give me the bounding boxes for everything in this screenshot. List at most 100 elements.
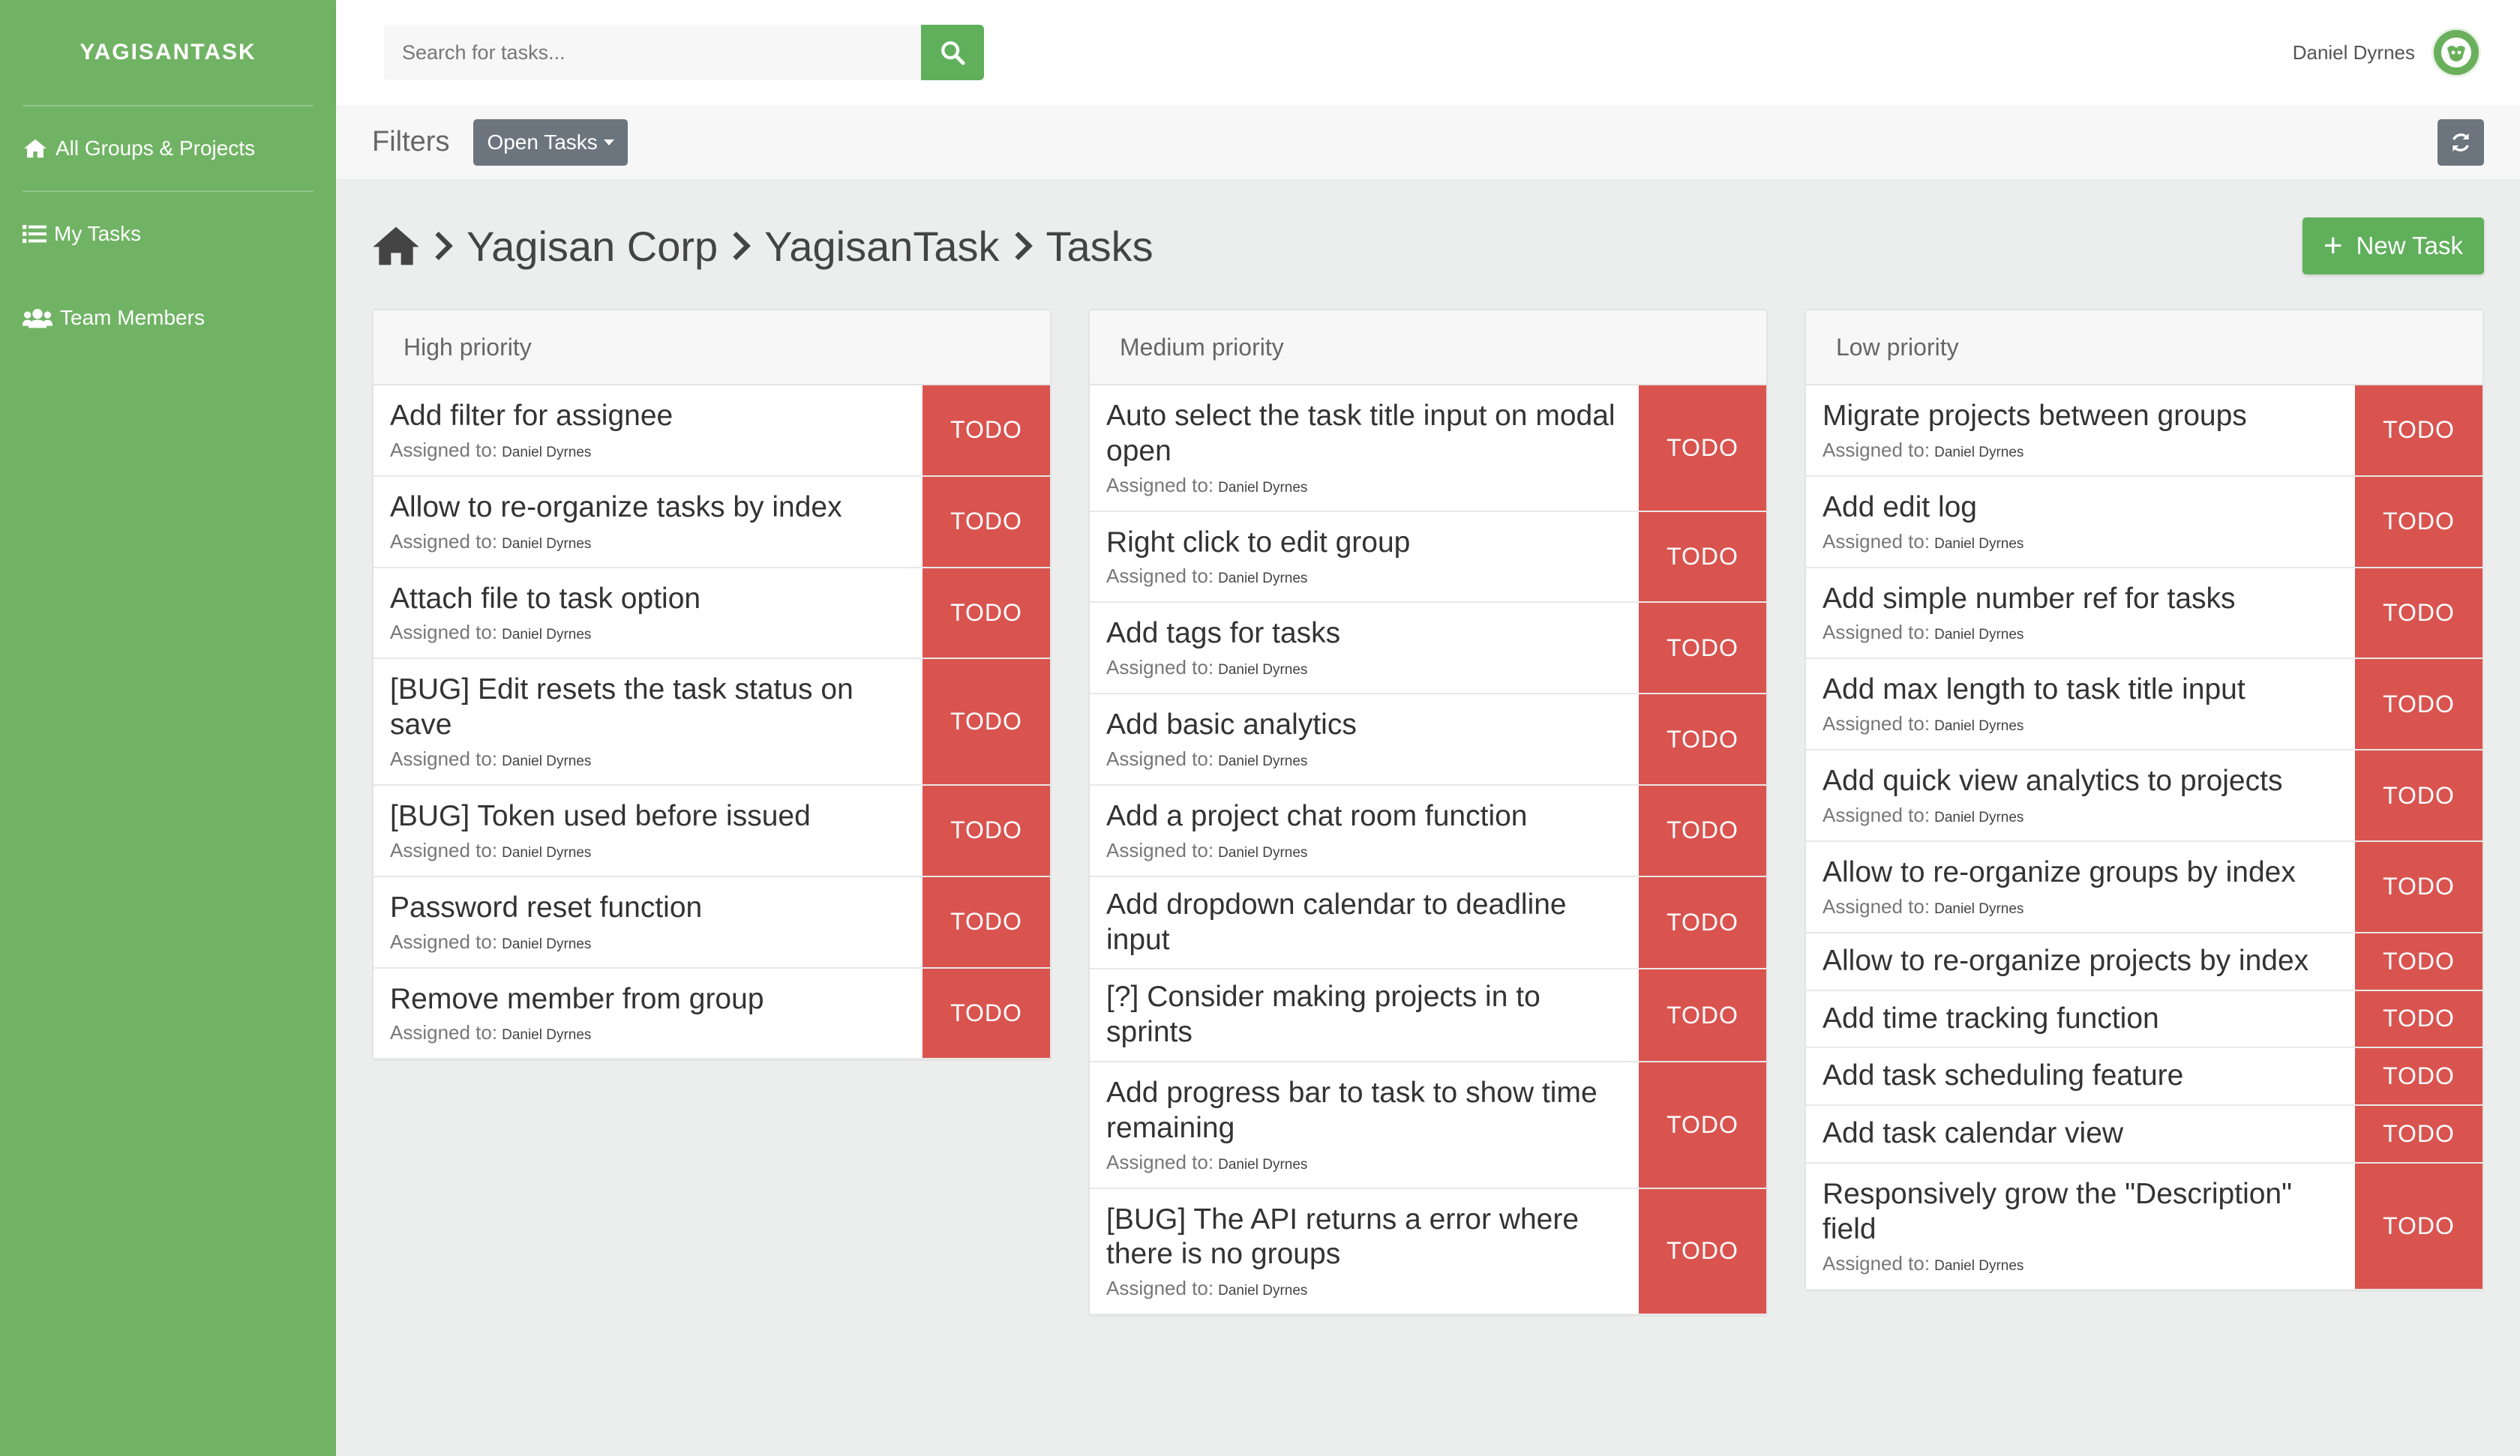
- brand-logo[interactable]: YAGISANTASK: [0, 0, 336, 105]
- task-content: [?] Consider making projects in to sprin…: [1090, 969, 1639, 1061]
- task-content: Add filter for assignee Assigned to: Danie…: [374, 385, 922, 475]
- task-card[interactable]: Migrate projects between groups Assigned …: [1806, 385, 2482, 477]
- breadcrumb-project[interactable]: YagisanTask: [764, 222, 999, 271]
- task-card[interactable]: Add simple number ref for tasks Assigned …: [1806, 568, 2482, 660]
- task-card[interactable]: Add edit log Assigned to: Daniel Dyrnes TOD…: [1806, 476, 2482, 568]
- task-card[interactable]: Add progress bar to task to show time re…: [1090, 1062, 1766, 1189]
- task-card[interactable]: Add basic analytics Assigned to: Daniel Dy…: [1090, 694, 1766, 786]
- task-status-button[interactable]: TODO: [922, 785, 1050, 876]
- task-content: Add basic analytics Assigned to: Daniel Dy…: [1090, 694, 1639, 784]
- task-card[interactable]: Add time tracking function TODO: [1806, 990, 2482, 1049]
- task-card[interactable]: Password reset function Assigned to: Danie…: [374, 876, 1050, 969]
- task-card[interactable]: Add tags for tasks Assigned to: Daniel Dyr…: [1090, 603, 1766, 695]
- task-status-button[interactable]: TODO: [1639, 876, 1766, 969]
- high-priority-column: High priority Add filter for assignee Ass…: [372, 309, 1052, 1062]
- assignee-name: Daniel Dyrnes: [502, 753, 592, 769]
- task-status-button[interactable]: TODO: [1639, 603, 1766, 694]
- search-button[interactable]: [921, 25, 984, 80]
- task-status-button[interactable]: TODO: [1639, 969, 1766, 1061]
- column-header: Low priority: [1806, 310, 2482, 385]
- task-card[interactable]: Allow to re-organize groups by index Assi…: [1806, 841, 2482, 933]
- home-icon: [24, 139, 46, 158]
- open-tasks-dropdown[interactable]: Open Tasks: [473, 118, 628, 166]
- assignee-name: Daniel Dyrnes: [1934, 1257, 2024, 1274]
- task-title: Add filter for assignee: [390, 400, 674, 432]
- task-status-button[interactable]: TODO: [2355, 841, 2482, 932]
- task-status-button[interactable]: TODO: [2355, 750, 2482, 840]
- task-content: Add dropdown calendar to deadline input: [1090, 877, 1639, 969]
- task-status-button[interactable]: TODO: [1639, 1188, 1766, 1314]
- task-title: Add progress bar to task to show time re…: [1106, 1076, 1598, 1144]
- task-card[interactable]: Add max length to task title input Assign…: [1806, 659, 2482, 751]
- task-status-button[interactable]: TODO: [2355, 1163, 2482, 1289]
- task-card[interactable]: Add task scheduling feature TODO: [1806, 1048, 2482, 1107]
- task-card[interactable]: Remove member from group Assigned to: Dani…: [374, 968, 1050, 1060]
- task-status-button[interactable]: TODO: [1639, 511, 1766, 602]
- users-icon: [22, 309, 52, 328]
- top-bar: Daniel Dyrnes: [336, 0, 2520, 105]
- task-status-button[interactable]: TODO: [1639, 1062, 1766, 1188]
- task-content: Add edit log Assigned to: Daniel Dyrnes: [1806, 477, 2355, 567]
- assigned-label: Assigned to:: [390, 621, 498, 644]
- task-status-button[interactable]: TODO: [922, 476, 1050, 567]
- task-card[interactable]: Allow to re-organize tasks by index Assig…: [374, 476, 1050, 568]
- home-icon[interactable]: [372, 225, 420, 267]
- task-status-button[interactable]: TODO: [1639, 785, 1766, 876]
- task-title: Add task scheduling feature: [1822, 1059, 2184, 1092]
- task-status-button[interactable]: TODO: [922, 876, 1050, 967]
- task-card[interactable]: [BUG] Edit resets the task status on sav…: [374, 659, 1050, 786]
- task-card[interactable]: [BUG] Token used before issued Assigned t…: [374, 785, 1050, 877]
- task-card[interactable]: Add a project chat room function Assigned…: [1090, 785, 1766, 877]
- task-status-button[interactable]: TODO: [1639, 385, 1766, 511]
- task-card[interactable]: [BUG] The API returns a error where ther…: [1090, 1188, 1766, 1316]
- task-status-button[interactable]: TODO: [2355, 1106, 2482, 1162]
- task-status-button[interactable]: TODO: [2355, 476, 2482, 567]
- task-status-button[interactable]: TODO: [922, 659, 1050, 784]
- assignee-name: Daniel Dyrnes: [1218, 571, 1308, 587]
- task-title: Add time tracking function: [1822, 1002, 2159, 1035]
- sidebar-item-team-members[interactable]: Team Members: [0, 276, 336, 360]
- task-card[interactable]: Responsively grow the "Description" fiel…: [1806, 1163, 2482, 1290]
- task-status-button[interactable]: TODO: [922, 968, 1050, 1059]
- task-status-button[interactable]: TODO: [2355, 659, 2482, 750]
- breadcrumb-group[interactable]: Yagisan Corp: [466, 222, 718, 271]
- refresh-button[interactable]: [2438, 118, 2484, 166]
- sidebar-item-all-groups-projects[interactable]: All Groups & Projects: [0, 106, 336, 190]
- assigned-label: Assigned to:: [1106, 565, 1214, 588]
- task-content: [BUG] Token used before issued Assigned t…: [374, 786, 922, 876]
- task-card[interactable]: Add filter for assignee Assigned to: Danie…: [374, 385, 1050, 477]
- task-card[interactable]: Add quick view analytics to projects Assi…: [1806, 750, 2482, 842]
- assignee-name: Daniel Dyrnes: [502, 936, 592, 952]
- task-card[interactable]: Add task calendar view TODO: [1806, 1106, 2482, 1164]
- task-card[interactable]: Right click to edit group Assigned to: Dan…: [1090, 511, 1766, 604]
- task-status-button[interactable]: TODO: [2355, 568, 2482, 658]
- task-status-button[interactable]: TODO: [922, 385, 1050, 475]
- chevron-right-icon: [1013, 230, 1033, 262]
- task-card[interactable]: Attach file to task option Assigned to: Da…: [374, 568, 1050, 660]
- task-card[interactable]: Add dropdown calendar to deadline input T…: [1090, 876, 1766, 970]
- search-input[interactable]: [384, 25, 921, 80]
- task-status-button[interactable]: TODO: [2355, 990, 2482, 1047]
- task-content: Add progress bar to task to show time re…: [1090, 1062, 1639, 1188]
- task-status-button[interactable]: TODO: [2355, 385, 2482, 475]
- task-status-button[interactable]: TODO: [922, 568, 1050, 658]
- task-card[interactable]: Auto select the task title input on moda…: [1090, 385, 1766, 512]
- task-status-button[interactable]: TODO: [2355, 1048, 2482, 1105]
- sidebar-item-label: All Groups & Projects: [56, 136, 256, 160]
- task-status-button[interactable]: TODO: [2355, 933, 2482, 990]
- task-card[interactable]: [?] Consider making projects in to sprin…: [1090, 969, 1766, 1062]
- task-assignee: Assigned to: Daniel Dyrnes: [1822, 804, 2340, 827]
- breadcrumb-row: Yagisan Corp YagisanTask Tasks + New Tas…: [372, 214, 2484, 278]
- task-status-button[interactable]: TODO: [1639, 694, 1766, 784]
- task-card[interactable]: Allow to re-organize projects by index TO…: [1806, 933, 2482, 991]
- avatar[interactable]: [2432, 28, 2481, 77]
- task-content: [BUG] The API returns a error where ther…: [1090, 1189, 1639, 1314]
- breadcrumb-current: Tasks: [1046, 222, 1154, 270]
- assigned-label: Assigned to:: [1822, 803, 1930, 826]
- sidebar-item-my-tasks[interactable]: My Tasks: [0, 192, 336, 276]
- user-menu[interactable]: Daniel Dyrnes: [2293, 28, 2481, 77]
- user-name: Daniel Dyrnes: [2292, 40, 2415, 64]
- task-title: Add dropdown calendar to deadline input: [1106, 888, 1567, 956]
- new-task-button[interactable]: + New Task: [2302, 217, 2484, 274]
- task-content: Auto select the task title input on moda…: [1090, 385, 1639, 511]
